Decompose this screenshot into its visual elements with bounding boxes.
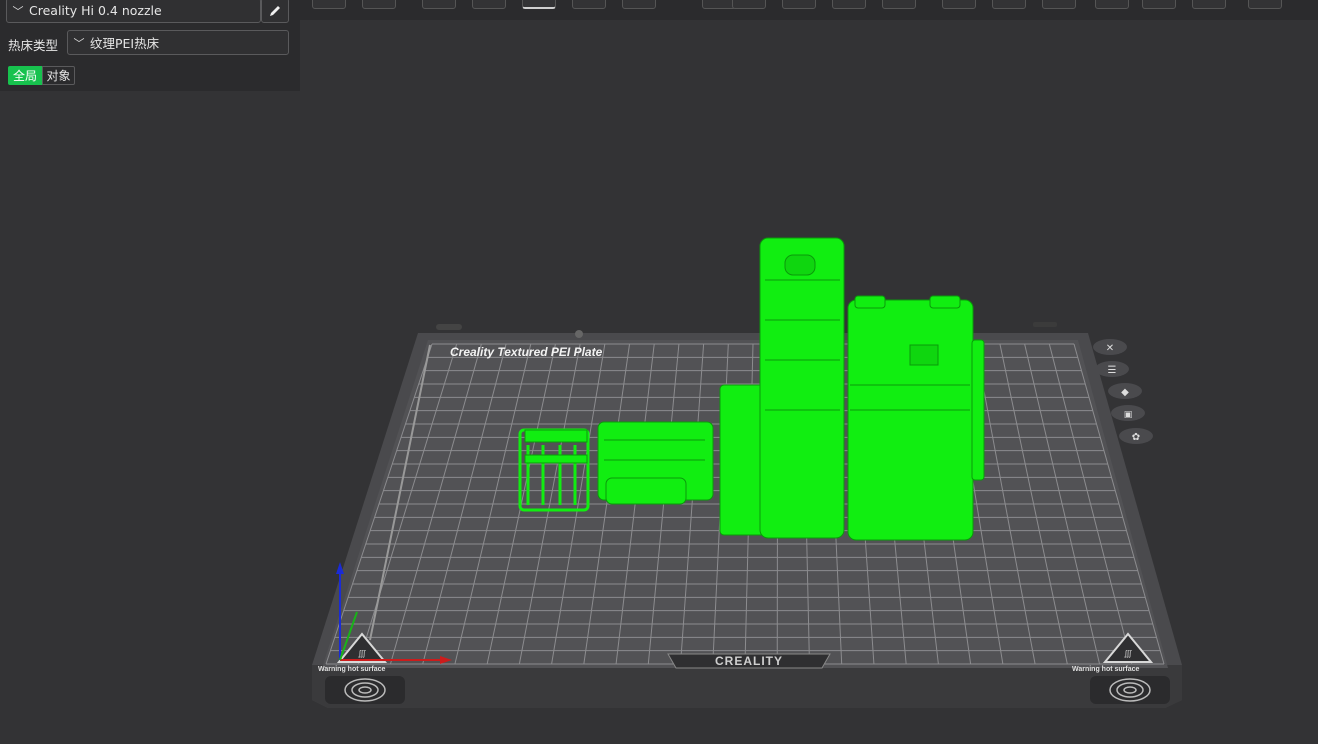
warning-text-right: Warning hot surface bbox=[1072, 666, 1140, 673]
warning-text-left: Warning hot surface bbox=[318, 666, 386, 673]
orient-icon[interactable] bbox=[422, 0, 456, 9]
bed-type-value: 纹理PEI热床 bbox=[90, 36, 160, 51]
view-icon[interactable] bbox=[1142, 0, 1176, 9]
svg-text:✕: ✕ bbox=[1106, 343, 1114, 354]
3d-viewport[interactable]: Creality Textured PEI Plate CREALITY ∭ W… bbox=[0, 0, 1318, 744]
settings-panel: ﹀ Creality Hi 0.4 nozzle 热床类型 ﹀ 纹理PEI热床 … bbox=[0, 0, 300, 91]
fingerprint-icon-left bbox=[325, 676, 405, 704]
list-icon: ☰ bbox=[1095, 361, 1129, 377]
view-3d-icon: ◆ bbox=[1108, 383, 1142, 399]
svg-text:▣: ▣ bbox=[1124, 410, 1133, 420]
svg-text:✿: ✿ bbox=[1132, 432, 1140, 443]
brand-text: CREALITY bbox=[715, 654, 783, 668]
move-icon[interactable] bbox=[522, 0, 556, 9]
cut-icon[interactable] bbox=[702, 0, 736, 9]
plate-icon[interactable] bbox=[362, 0, 396, 9]
layers-icon[interactable] bbox=[1042, 0, 1076, 9]
scale-icon[interactable] bbox=[622, 0, 656, 9]
measure-icon[interactable] bbox=[882, 0, 916, 9]
chevron-down-icon: ﹀ bbox=[73, 36, 85, 50]
chevron-down-icon: ﹀ bbox=[12, 4, 24, 18]
preview-icon[interactable] bbox=[1248, 0, 1282, 9]
fingerprint-icon-right bbox=[1090, 676, 1170, 704]
printer-select-value: Creality Hi 0.4 nozzle bbox=[29, 3, 162, 18]
model-bracket bbox=[597, 421, 714, 505]
svg-text:☰: ☰ bbox=[1108, 365, 1117, 376]
color-icon[interactable] bbox=[832, 0, 866, 9]
settings-gear-icon: ✿ bbox=[1119, 428, 1153, 444]
svg-text:∭: ∭ bbox=[1124, 649, 1133, 658]
tab-object[interactable]: 对象 bbox=[42, 66, 75, 85]
brand-badge: CREALITY bbox=[667, 653, 831, 669]
settings-icon[interactable] bbox=[1192, 0, 1226, 9]
tab-global[interactable]: 全局 bbox=[8, 66, 42, 85]
rotate-icon[interactable] bbox=[572, 0, 606, 9]
top-toolbar bbox=[300, 0, 1318, 20]
search-icon[interactable] bbox=[1095, 0, 1129, 9]
bed-type-select[interactable]: ﹀ 纹理PEI热床 bbox=[67, 30, 289, 55]
model-box bbox=[847, 295, 985, 541]
pencil-icon bbox=[270, 5, 280, 16]
model-tower bbox=[719, 237, 845, 539]
arrange-icon[interactable] bbox=[472, 0, 506, 9]
assembly-icon[interactable] bbox=[992, 0, 1026, 9]
printer-select[interactable]: ﹀ Creality Hi 0.4 nozzle bbox=[6, 0, 261, 23]
plate-title: Creality Textured PEI Plate bbox=[450, 345, 603, 359]
text-icon[interactable] bbox=[942, 0, 976, 9]
add-icon[interactable] bbox=[312, 0, 346, 9]
close-icon: ✕ bbox=[1093, 339, 1127, 355]
seam-icon[interactable] bbox=[782, 0, 816, 9]
support-icon[interactable] bbox=[732, 0, 766, 9]
edit-printer-button[interactable] bbox=[261, 0, 289, 23]
svg-text:∭: ∭ bbox=[358, 649, 367, 658]
bed-type-label: 热床类型 bbox=[8, 38, 59, 53]
lock-icon: ▣ bbox=[1111, 405, 1145, 421]
svg-text:◆: ◆ bbox=[1121, 387, 1129, 398]
